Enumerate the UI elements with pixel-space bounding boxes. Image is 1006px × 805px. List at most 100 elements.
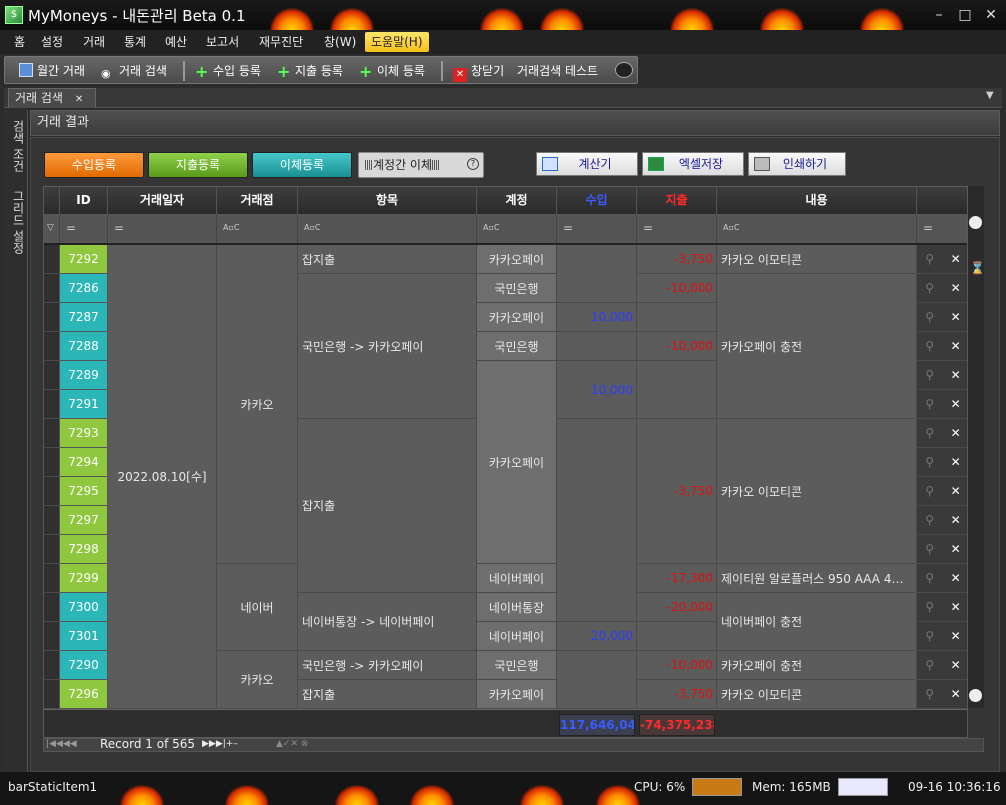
search-icon[interactable]: ⚲ [925, 513, 934, 527]
column-header-item[interactable]: 항목 [298, 187, 477, 215]
search-test-button[interactable]: 거래검색 테스트 [517, 62, 598, 80]
close-window-icon[interactable]: ✕ [980, 5, 1002, 25]
filter-id[interactable]: = [60, 215, 108, 243]
column-header-memo[interactable]: 내용 [717, 187, 917, 215]
filter-actions[interactable]: = [917, 215, 967, 243]
expense-cell[interactable]: -3,750 [637, 680, 717, 709]
menu-reports[interactable]: 보고서 [200, 32, 245, 52]
income-register-button[interactable]: + 수입 등록 [195, 62, 261, 80]
delete-icon[interactable]: ✕ [951, 252, 961, 266]
menu-diagnosis[interactable]: 재무진단 [253, 32, 309, 52]
tab-transaction-search[interactable]: 거래 검색 ✕ [8, 88, 96, 108]
side-tab-grid-settings[interactable]: 그리드 설정 [10, 190, 27, 254]
search-icon[interactable]: ⚲ [925, 310, 934, 324]
delete-icon[interactable]: ✕ [951, 397, 961, 411]
column-header-account[interactable]: 계정 [477, 187, 557, 215]
nav-first-icons[interactable]: |◀◀◀◀ [46, 739, 77, 749]
id-cell[interactable]: 7296 [60, 680, 108, 709]
expense-cell[interactable]: -20,000 [637, 593, 717, 622]
memo-cell[interactable]: 카카오 이모티콘 [717, 419, 917, 564]
menu-budget[interactable]: 예산 [159, 32, 193, 52]
id-cell[interactable]: 7292 [60, 245, 108, 274]
side-tab-search-conditions[interactable]: 검색 조건 [10, 120, 27, 172]
memo-cell[interactable]: 카카오 이모티콘 [717, 245, 917, 274]
expense-register-action[interactable]: 지출등록 [148, 152, 248, 178]
delete-icon[interactable]: ✕ [951, 368, 961, 382]
store-cell[interactable]: 카카오 [217, 651, 298, 709]
expense-cell[interactable] [637, 622, 717, 651]
delete-icon[interactable]: ✕ [951, 513, 961, 527]
item-cell[interactable]: 잡지출 [298, 680, 477, 709]
row-indicator[interactable] [44, 332, 60, 361]
row-indicator[interactable] [44, 448, 60, 477]
delete-icon[interactable]: ✕ [951, 484, 961, 498]
column-header-store[interactable]: 거래점 [217, 187, 298, 215]
id-cell[interactable]: 7288 [60, 332, 108, 361]
filter-account[interactable]: A▫C [477, 215, 557, 243]
delete-icon[interactable]: ✕ [951, 687, 961, 701]
id-cell[interactable]: 7299 [60, 564, 108, 593]
column-header-id[interactable]: ID [60, 187, 108, 215]
expense-cell[interactable]: -10,000 [637, 274, 717, 303]
search-icon[interactable]: ⚲ [925, 426, 934, 440]
item-cell[interactable]: 국민은행 -> 카카오페이 [298, 274, 477, 419]
id-cell[interactable]: 7297 [60, 506, 108, 535]
search-icon[interactable]: ⚲ [925, 281, 934, 295]
id-cell[interactable]: 7298 [60, 535, 108, 564]
income-register-action[interactable]: 수입등록 [44, 152, 144, 178]
search-icon[interactable]: ⚲ [925, 542, 934, 556]
menu-statistics[interactable]: 통계 [118, 32, 152, 52]
skull-icon[interactable] [969, 689, 982, 702]
memo-cell[interactable]: 카카오페이 충전 [717, 274, 917, 419]
expense-register-button[interactable]: + 지출 등록 [277, 62, 343, 80]
delete-icon[interactable]: ✕ [951, 310, 961, 324]
nav-edit-icons[interactable]: ▲✓✕ ⊗ [276, 739, 308, 749]
income-cell[interactable] [557, 332, 637, 361]
row-indicator[interactable] [44, 274, 60, 303]
search-icon[interactable]: ⚲ [925, 571, 934, 585]
store-cell[interactable]: 네이버 [217, 564, 298, 651]
search-button[interactable]: ◉ 거래 검색 [101, 62, 167, 80]
row-indicator[interactable] [44, 593, 60, 622]
delete-icon[interactable]: ✕ [951, 571, 961, 585]
print-button[interactable]: 인쇄하기 [748, 152, 846, 176]
delete-icon[interactable]: ✕ [951, 281, 961, 295]
account-cell[interactable]: 네이버페이 [477, 622, 557, 651]
help-icon[interactable]: ? [467, 158, 479, 170]
filter-date[interactable]: = [108, 215, 217, 243]
row-indicator[interactable] [44, 622, 60, 651]
search-icon[interactable]: ⚲ [925, 368, 934, 382]
search-icon[interactable]: ⚲ [925, 600, 934, 614]
minimize-icon[interactable]: – [928, 5, 950, 25]
id-cell[interactable]: 7291 [60, 390, 108, 419]
row-indicator[interactable] [44, 477, 60, 506]
account-cell[interactable]: 카카오페이 [477, 245, 557, 274]
account-transfer-select[interactable]: 계정간 이체 ? [358, 152, 484, 178]
column-header-income[interactable]: 수입 [557, 187, 637, 215]
delete-icon[interactable]: ✕ [951, 339, 961, 353]
id-cell[interactable]: 7300 [60, 593, 108, 622]
tab-close-icon[interactable]: ✕ [75, 94, 83, 105]
row-indicator[interactable] [44, 303, 60, 332]
id-cell[interactable]: 7287 [60, 303, 108, 332]
store-cell[interactable]: 카카오 [217, 245, 298, 564]
expense-cell[interactable] [637, 303, 717, 332]
vertical-scrollbar[interactable]: ⌛ [968, 186, 985, 708]
account-cell[interactable]: 카카오페이 [477, 680, 557, 709]
memo-cell[interactable]: 카카오 이모티콘 [717, 680, 917, 709]
item-cell[interactable]: 잡지출 [298, 245, 477, 274]
nav-next-icons[interactable]: ▶▶▶|+– [202, 739, 238, 749]
income-cell[interactable] [557, 245, 637, 303]
id-cell[interactable]: 7301 [60, 622, 108, 651]
income-cell[interactable]: 10,000 [557, 361, 637, 419]
delete-icon[interactable]: ✕ [951, 455, 961, 469]
scroll-thumb[interactable]: ⌛ [970, 261, 985, 275]
id-cell[interactable]: 7294 [60, 448, 108, 477]
maximize-icon[interactable]: □ [954, 5, 976, 25]
search-icon[interactable]: ⚲ [925, 455, 934, 469]
menu-help[interactable]: 도움말(H) [365, 32, 429, 52]
item-cell[interactable]: 잡지출 [298, 419, 477, 593]
expense-cell[interactable]: -3,750 [637, 245, 717, 274]
row-indicator[interactable] [44, 245, 60, 274]
row-indicator[interactable] [44, 506, 60, 535]
